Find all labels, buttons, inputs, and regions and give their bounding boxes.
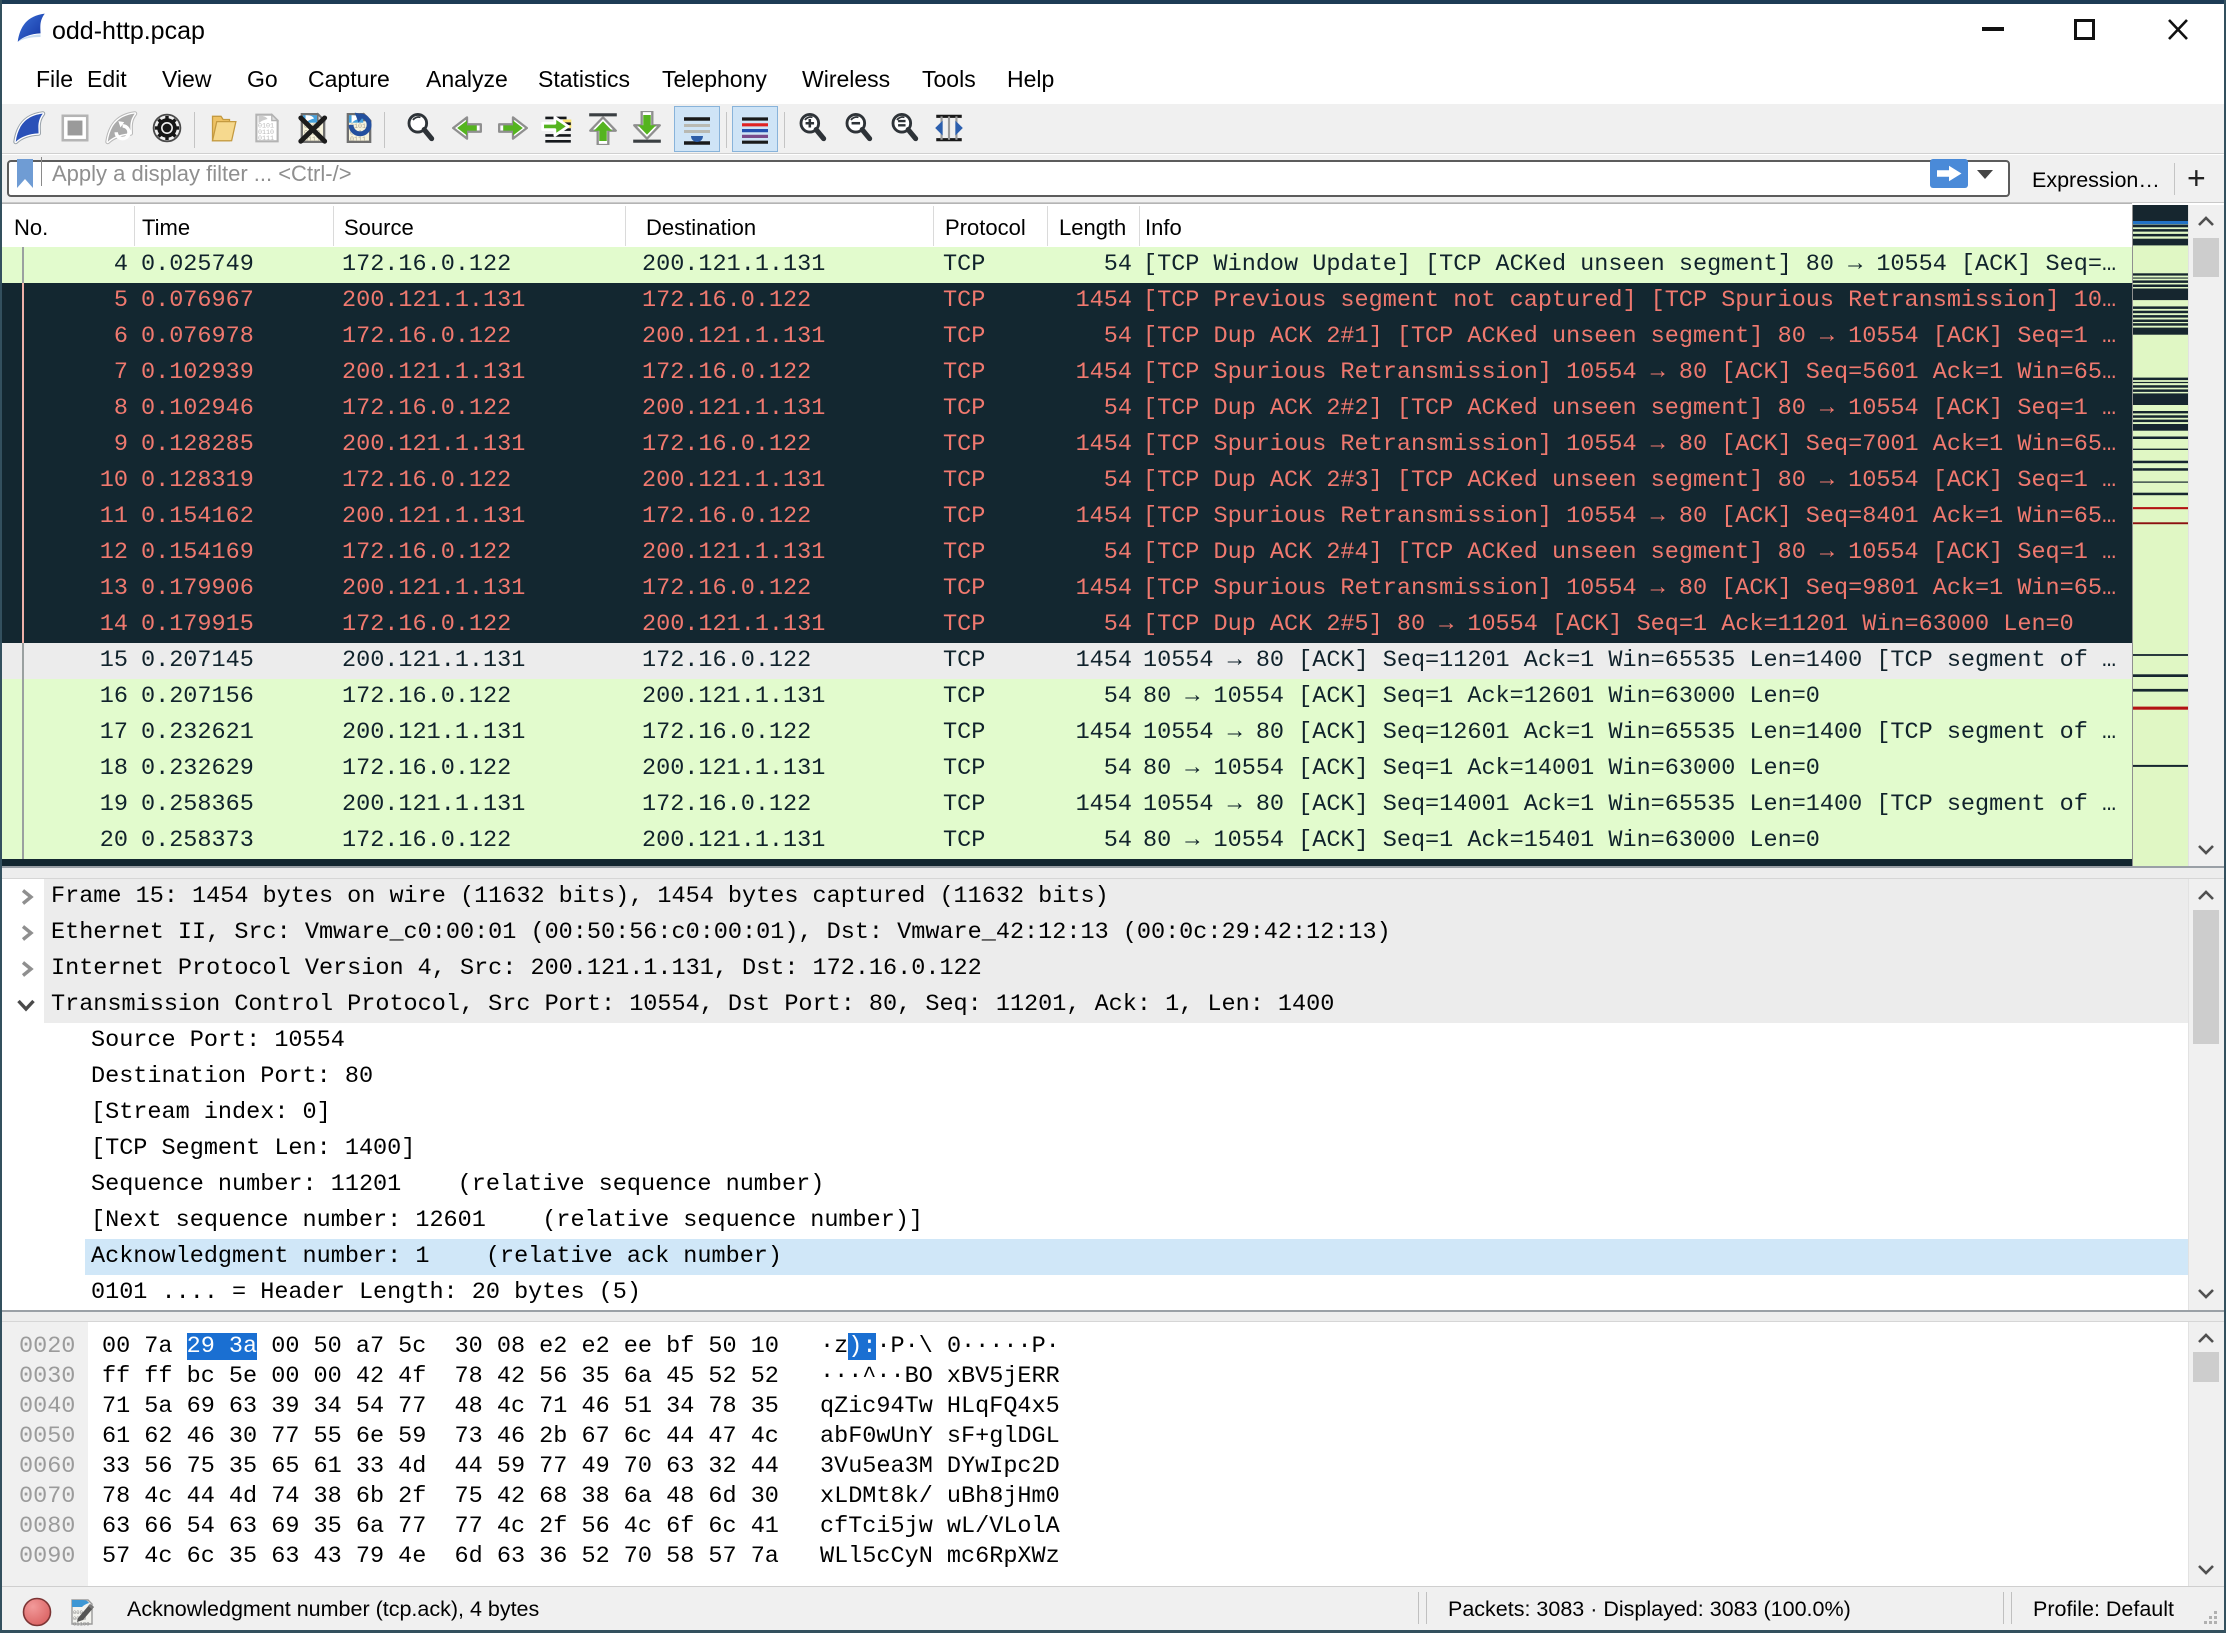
svg-text:0111: 0111 — [258, 135, 274, 143]
svg-text:01100: 01100 — [73, 1621, 90, 1628]
svg-text:0111: 0111 — [350, 136, 366, 144]
